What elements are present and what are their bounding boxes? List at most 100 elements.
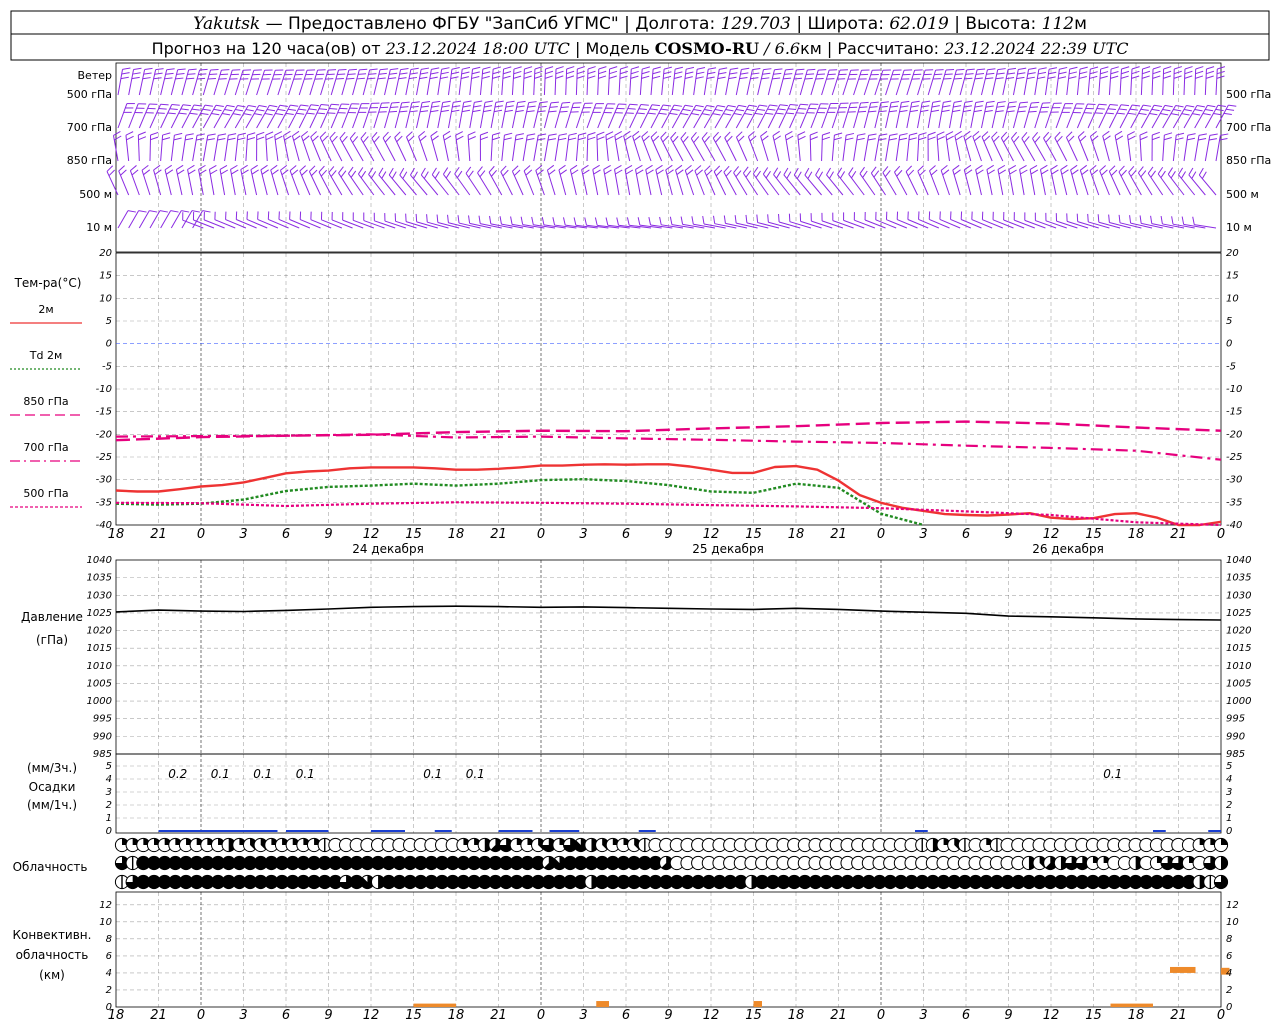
wind-barb [810, 69, 827, 96]
precip-tick-left: 4 [106, 774, 112, 785]
wind-barb [202, 69, 219, 96]
wind-barb [415, 67, 430, 96]
hour-tick: 0 [1217, 1008, 1225, 1023]
wind-barb [467, 131, 476, 162]
hour-tick: 21 [150, 1008, 167, 1023]
hour-tick: 15 [745, 527, 762, 542]
hour-tick: 15 [1085, 1008, 1102, 1023]
station-name: Yakutsk [193, 14, 260, 34]
precip-title-2: Осадки [29, 780, 76, 794]
wind-barb [853, 133, 866, 162]
wind-barb [1108, 165, 1121, 196]
wind-barb [1108, 66, 1119, 96]
precip-tick-left: 2 [106, 800, 112, 811]
convective-bar [753, 1001, 762, 1007]
wind-barb [703, 104, 726, 129]
hour-tick: 0 [537, 527, 545, 542]
wind-barb [187, 164, 196, 196]
convective-bar [596, 1001, 609, 1007]
wind-barb [309, 69, 326, 96]
temp-tick-left: 10 [99, 293, 112, 304]
wind-barb [784, 130, 794, 162]
wind-barb [1151, 131, 1160, 162]
precip-bar [1153, 830, 1166, 832]
precip-bar [434, 830, 452, 832]
cloud-symbol [1213, 837, 1229, 853]
wind-barb [1140, 66, 1151, 96]
temp-tick-right: -35 [1226, 497, 1242, 508]
wind-barb [240, 164, 249, 196]
wind-barb [671, 66, 683, 96]
wind-barb [927, 100, 941, 129]
wind-barb [945, 131, 954, 162]
wind-barb [202, 133, 216, 162]
wind-barb [318, 165, 332, 196]
pressure-title-2: (гПа) [36, 633, 68, 647]
precip-tick-left: 3 [106, 787, 112, 798]
wind-barb [181, 133, 194, 162]
wind-barb [511, 66, 522, 96]
wind-barb [735, 131, 748, 162]
wind-barb [1130, 66, 1140, 96]
hour-tick: 3 [579, 527, 587, 542]
pressure-tick-right: 1030 [1226, 590, 1251, 601]
hour-tick: 15 [405, 527, 422, 542]
wind-barb [885, 69, 902, 96]
wind-barb [554, 66, 564, 96]
wind-level-label-right: 10 м [1226, 221, 1252, 234]
wind-barb [1183, 66, 1193, 96]
wind-barb [479, 66, 491, 96]
wind-barb [1087, 66, 1099, 96]
wind-barb [490, 100, 504, 129]
temp-legend-label: 500 гПа [23, 487, 68, 500]
wind-level-label-left: 500 м [79, 188, 112, 201]
wind-barb [712, 131, 727, 162]
wind-barb [565, 132, 577, 162]
wind-barb [675, 164, 684, 196]
wind-barb [437, 67, 450, 96]
altitude-value: 112 [1042, 14, 1074, 34]
wind-barb [488, 165, 503, 196]
temp-tick-right: 10 [1226, 293, 1239, 304]
altitude-label: | Высота: [949, 14, 1042, 34]
wind-barb [906, 69, 923, 96]
wind-barb [1019, 164, 1028, 196]
wind-barb [430, 130, 439, 162]
pressure-tick-right: 990 [1226, 731, 1245, 742]
wind-barb [329, 131, 343, 162]
wind-barb [426, 67, 440, 96]
hour-tick: 12 [1043, 527, 1060, 542]
wind-barb [352, 68, 368, 96]
wind-level-label-left: 500 гПа [67, 88, 112, 101]
wind-barb [1021, 132, 1036, 162]
wind-barb [959, 68, 975, 96]
wind-barb [301, 130, 311, 162]
wind-barb [952, 164, 961, 196]
wind-barb [1215, 66, 1226, 96]
wind-barb [799, 68, 816, 96]
wind-barb [511, 165, 524, 196]
wind-barb [959, 100, 973, 129]
wind-barb [490, 132, 501, 162]
wind-barb [917, 132, 927, 162]
wind-barb [279, 164, 290, 196]
conv-tick-left: 6 [106, 951, 112, 962]
hour-tick: 3 [919, 527, 927, 542]
pressure-tick-right: 995 [1226, 714, 1245, 725]
wind-barb [704, 165, 716, 196]
wind-barb [1204, 133, 1218, 162]
conv-tick-left: 4 [106, 968, 112, 979]
hour-tick: 0 [197, 1008, 205, 1023]
wind-barb [138, 103, 158, 129]
hour-tick: 21 [490, 1008, 507, 1023]
wind-barb [511, 133, 524, 162]
wind-barb [128, 67, 142, 96]
hour-tick: 9 [324, 1008, 332, 1023]
convective-bar [413, 1003, 456, 1007]
wind-barb [256, 104, 278, 129]
pressure-tick-right: 985 [1226, 749, 1245, 760]
wind-barb [1054, 131, 1068, 162]
convective-title-1: Конвективн. [13, 928, 92, 942]
day-label: 25 декабря [692, 542, 764, 556]
hour-tick: 21 [1170, 527, 1187, 542]
